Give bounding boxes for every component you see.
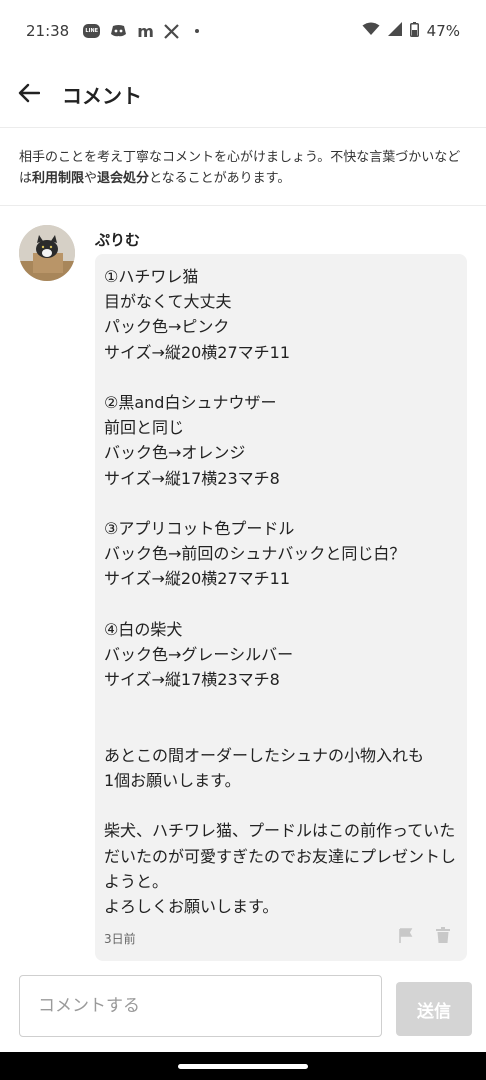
battery-percent: 47% xyxy=(426,22,460,40)
flag-icon xyxy=(399,927,413,947)
status-time: 21:38 xyxy=(26,22,70,40)
app-bar: コメント xyxy=(0,62,486,128)
status-right: 47% xyxy=(362,21,460,41)
arrow-left-icon xyxy=(18,83,41,107)
discord-icon xyxy=(110,24,127,38)
dot-icon xyxy=(194,29,199,33)
status-bar: 21:38 LINE m 47% xyxy=(0,0,486,62)
avatar[interactable] xyxy=(19,225,75,281)
guideline-notice: 相手のことを考え丁寧なコメントを心がけましょう。不快な言葉づかいなどは利用制限や… xyxy=(0,128,486,206)
delete-button[interactable] xyxy=(434,927,452,947)
comment-username[interactable]: ぷりむ xyxy=(95,229,140,250)
notice-text-2: や xyxy=(84,171,98,186)
comment-timestamp: 3日前 xyxy=(104,932,136,946)
trash-icon xyxy=(436,927,450,947)
comment-input[interactable] xyxy=(19,975,382,1037)
signal-icon xyxy=(387,22,402,40)
navigation-bar xyxy=(0,1052,486,1080)
line-icon: LINE xyxy=(83,24,101,38)
home-handle[interactable] xyxy=(178,1064,308,1069)
comment-bubble: ①ハチワレ猫 目がなくて大丈夫 パック色→ピンク サイズ→縦20横27マチ11 … xyxy=(95,254,467,961)
m-icon: m xyxy=(137,21,154,41)
wifi-icon xyxy=(362,22,380,40)
send-button[interactable]: 送信 xyxy=(396,982,472,1036)
notice-text-3: となることがあります。 xyxy=(149,171,291,186)
report-button[interactable] xyxy=(397,927,415,947)
notice-bold-withdrawal: 退会処分 xyxy=(97,171,150,186)
comment-body: ①ハチワレ猫 目がなくて大丈夫 パック色→ピンク サイズ→縦20横27マチ11 … xyxy=(104,267,457,917)
x-icon xyxy=(164,23,179,39)
back-button[interactable] xyxy=(0,62,58,128)
notice-bold-usage-limit: 利用制限 xyxy=(32,171,85,186)
battery-icon xyxy=(409,21,419,41)
page-title: コメント xyxy=(62,84,142,108)
